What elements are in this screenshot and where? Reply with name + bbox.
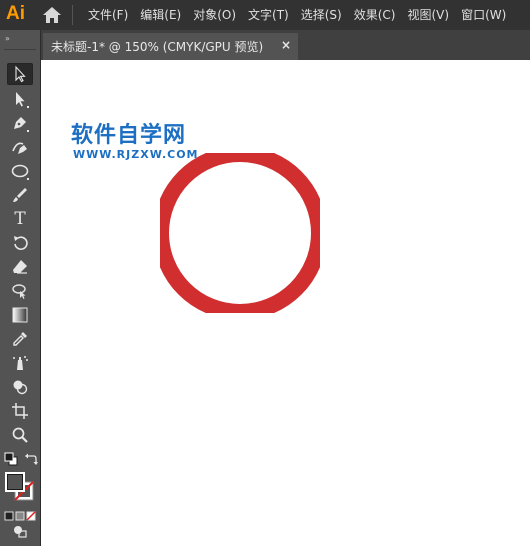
curvature-tool[interactable] <box>7 136 33 158</box>
pen-tool[interactable] <box>7 112 33 134</box>
selection-tool[interactable] <box>7 63 33 85</box>
gradient-icon <box>12 307 28 323</box>
menu-window[interactable]: 窗口(W) <box>455 0 512 30</box>
menu-file[interactable]: 文件(F) <box>82 0 134 30</box>
eyedropper-icon <box>13 332 27 346</box>
menu-bar: Ai 文件(F) 编辑(E) 对象(O) 文字(T) 选择(S) 效果(C) 视… <box>0 0 530 30</box>
eyedropper-tool[interactable] <box>7 328 33 350</box>
menu-divider <box>72 5 73 25</box>
eraser-icon <box>13 260 27 274</box>
app-logo: Ai <box>6 3 25 24</box>
selection-arrow-icon <box>15 65 26 83</box>
toolbar-divider <box>4 49 36 50</box>
type-tool[interactable]: T <box>7 208 33 230</box>
ellipse-tool[interactable] <box>7 160 33 182</box>
fill-stroke-swatches[interactable] <box>4 471 38 501</box>
rotate-icon <box>14 236 28 251</box>
artboard-canvas[interactable]: 软件自学网 WWW.RJZXW.COM <box>41 60 530 546</box>
lasso-tool[interactable] <box>7 280 33 302</box>
tools-panel: » T <box>0 30 41 546</box>
direct-selection-tool[interactable] <box>7 88 33 110</box>
symbol-sprayer-tool[interactable] <box>7 352 33 374</box>
zoom-tool[interactable] <box>7 424 33 446</box>
menu-items: 文件(F) 编辑(E) 对象(O) 文字(T) 选择(S) 效果(C) 视图(V… <box>82 0 512 30</box>
artboard-tool[interactable] <box>7 400 33 422</box>
ellipse-icon <box>11 164 29 180</box>
watermark-title: 软件自学网 <box>71 123 187 148</box>
type-icon: T <box>14 209 26 229</box>
home-icon[interactable] <box>42 6 62 24</box>
shape-builder-icon <box>13 380 28 395</box>
menu-edit[interactable]: 编辑(E) <box>134 0 187 30</box>
close-icon[interactable]: × <box>281 38 291 52</box>
menu-view[interactable]: 视图(V) <box>401 0 455 30</box>
menu-effect[interactable]: 效果(C) <box>348 0 402 30</box>
document-tab[interactable]: 未标题-1* @ 150% (CMYK/GPU 预览) × <box>43 33 298 60</box>
gradient-tool[interactable] <box>7 304 33 326</box>
collapse-grip-icon[interactable]: » <box>5 34 10 43</box>
shape-builder-tool[interactable] <box>7 376 33 398</box>
swap-colors-icon[interactable] <box>24 451 38 465</box>
draw-mode-icon[interactable] <box>13 523 27 538</box>
red-ring-shape[interactable] <box>160 153 320 313</box>
color-mode-icons[interactable] <box>4 506 36 521</box>
document-tab-title: 未标题-1* @ 150% (CMYK/GPU 预览) <box>51 40 264 54</box>
menu-type[interactable]: 文字(T) <box>242 0 295 30</box>
paintbrush-tool[interactable] <box>7 184 33 206</box>
lasso-icon <box>12 284 26 299</box>
document-tab-bar: 未标题-1* @ 150% (CMYK/GPU 预览) × <box>41 30 530 60</box>
curvature-pen-icon <box>12 142 27 154</box>
pen-icon <box>14 117 29 132</box>
ring-circle <box>160 153 320 313</box>
zoom-icon <box>12 427 28 443</box>
menu-object[interactable]: 对象(O) <box>187 0 242 30</box>
menu-select[interactable]: 选择(S) <box>295 0 348 30</box>
paintbrush-icon <box>13 188 27 202</box>
default-colors-icon[interactable] <box>4 451 18 466</box>
eraser-tool[interactable] <box>7 256 33 278</box>
direct-selection-arrow-icon <box>16 92 29 108</box>
symbol-sprayer-icon <box>13 356 28 370</box>
rotate-tool[interactable] <box>7 232 33 254</box>
artboard-icon <box>12 403 28 419</box>
